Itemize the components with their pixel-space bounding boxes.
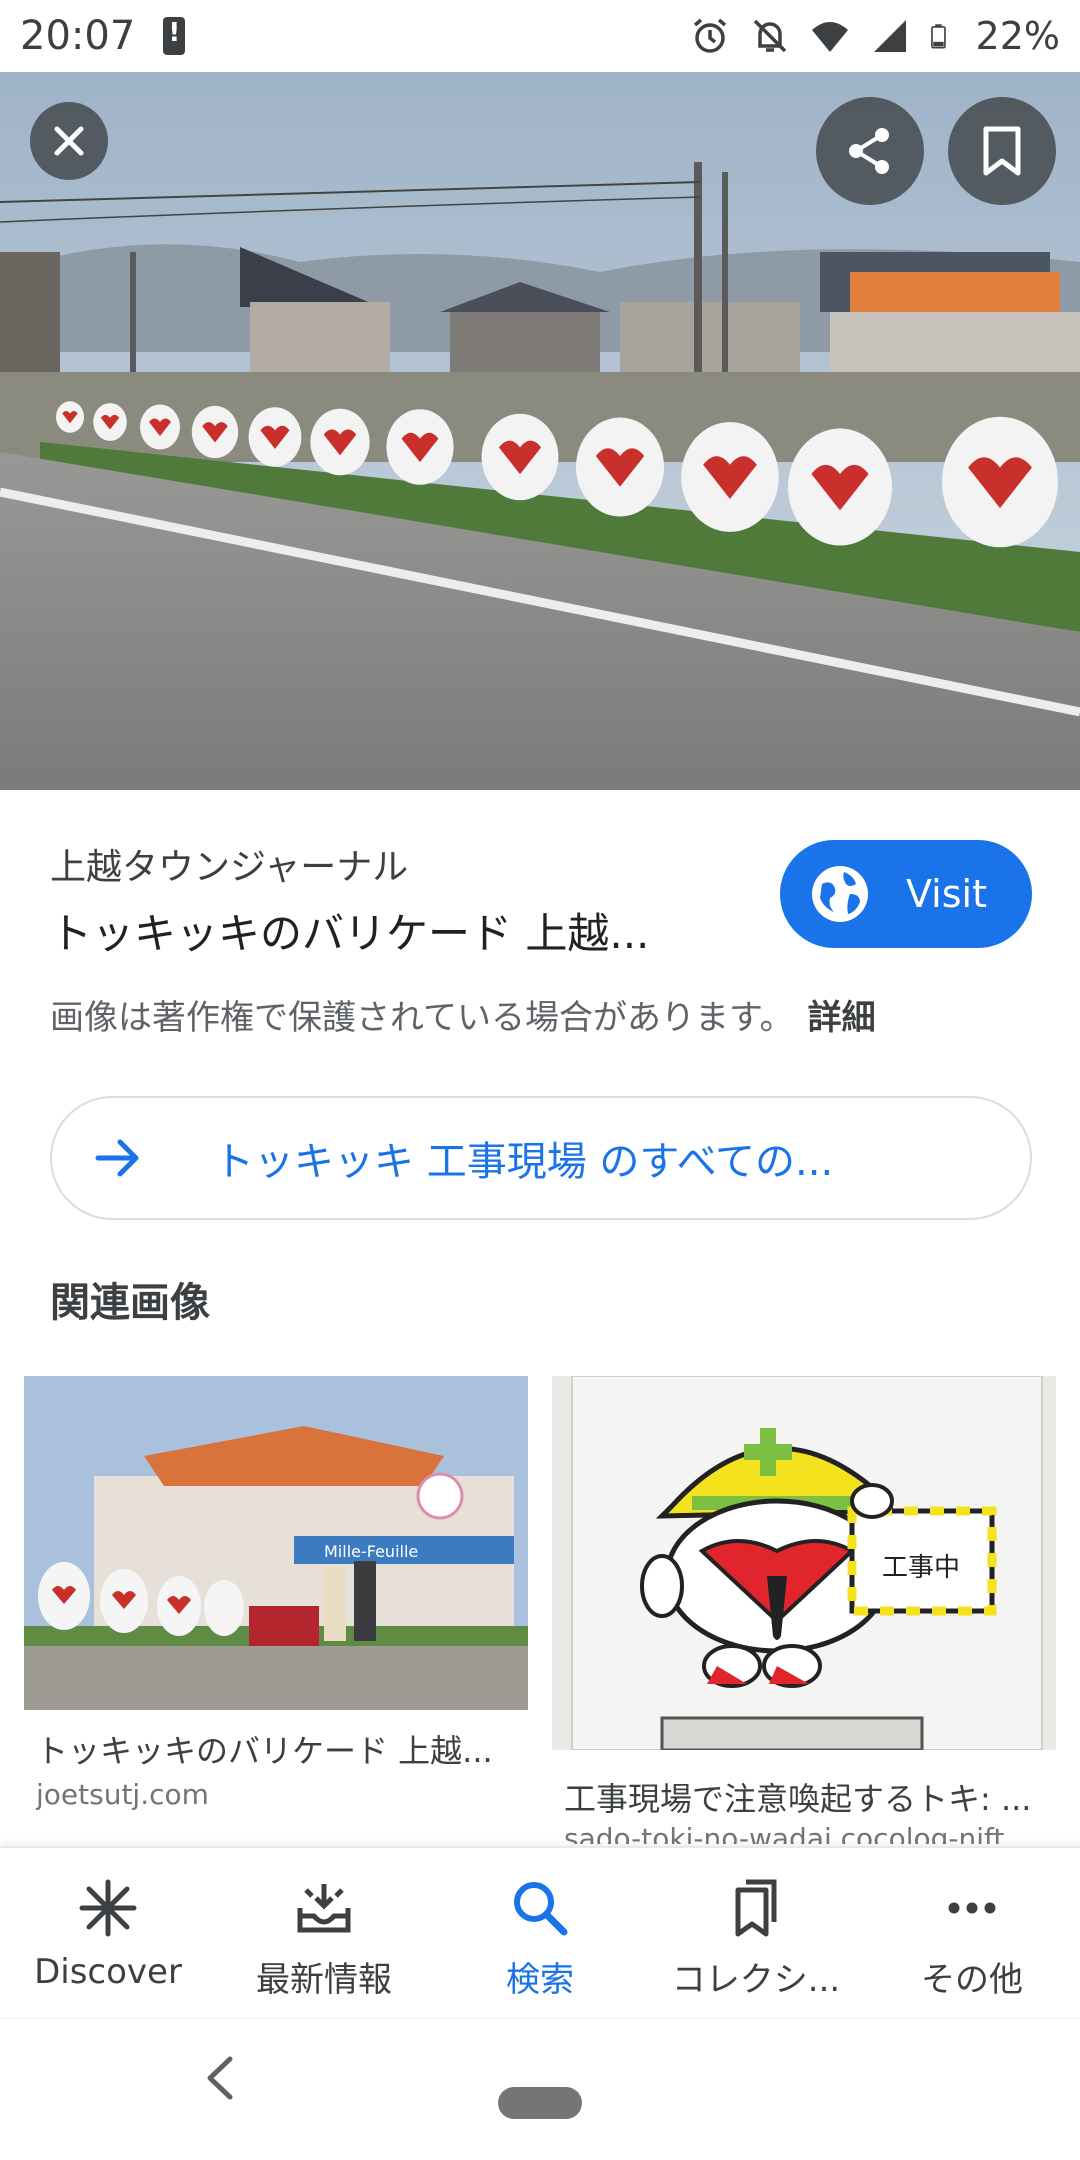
battery-icon — [930, 24, 946, 49]
visit-label: Visit — [906, 872, 987, 916]
close-button[interactable] — [30, 102, 108, 180]
source-name: 上越タウンジャーナル — [50, 847, 409, 888]
nav-updates[interactable]: 最新情報 — [216, 1848, 432, 2018]
notifications-off-icon — [753, 19, 786, 53]
related-photo-1: Mille-Feuille — [24, 1376, 528, 1710]
close-icon — [54, 126, 84, 156]
related-caption-2: 工事現場で注意喚起するトキ: ... — [564, 1780, 1032, 1818]
nav-more[interactable]: その他 — [864, 1848, 1080, 2018]
related-image-2[interactable]: 工事中 — [552, 1376, 1056, 1750]
nav-label-discover: Discover — [34, 1952, 182, 1992]
visit-button[interactable]: Visit — [780, 840, 1032, 948]
hero-photo — [0, 72, 1080, 790]
nav-collections[interactable]: コレクシ... — [648, 1848, 864, 2018]
wifi-icon — [811, 22, 848, 52]
share-button[interactable] — [816, 97, 924, 205]
nav-label-more: その他 — [921, 1960, 1023, 2000]
related-image-1[interactable]: Mille-Feuille — [24, 1376, 528, 1710]
nav-discover[interactable]: Discover — [0, 1848, 216, 2018]
asterisk-icon — [79, 1879, 137, 1937]
search-icon — [514, 1882, 568, 1936]
status-time: 20:07 — [20, 13, 136, 59]
bookmark-button[interactable] — [948, 97, 1056, 205]
nav-label-search: 検索 — [506, 1960, 574, 2000]
arrow-right-icon — [95, 1139, 139, 1177]
copyright-notice: 画像は著作権で保護されている場合があります。 詳細 — [50, 990, 876, 1039]
status-bar: 20:07 22% — [0, 0, 1080, 72]
collections-icon — [735, 1879, 777, 1937]
back-chevron-icon[interactable] — [196, 2053, 246, 2103]
hero-image[interactable] — [0, 72, 1080, 790]
bottom-navigation: Discover 最新情報 検索 コレクシ... その他 — [0, 1846, 1080, 2018]
related-photo-2: 工事中 — [552, 1376, 1056, 1750]
globe-icon — [812, 866, 868, 922]
shop-sign-text: Mille-Feuille — [324, 1542, 418, 1561]
related-caption-1: トッキッキのバリケード 上越... — [36, 1732, 493, 1770]
share-icon — [849, 128, 889, 174]
nav-label-collections: コレクシ... — [671, 1960, 841, 2000]
nav-label-updates: 最新情報 — [256, 1960, 392, 2000]
signal-icon — [873, 20, 906, 52]
more-dots-icon — [948, 1902, 996, 1914]
nav-search[interactable]: 検索 — [432, 1848, 648, 2018]
all-results-label: トッキッキ 工事現場 のすべての... — [214, 1139, 834, 1185]
battery-percent: 22% — [975, 14, 1060, 58]
copyright-text: 画像は著作権で保護されている場合があります。 — [50, 998, 794, 1038]
bookmark-icon — [983, 126, 1021, 176]
all-results-button[interactable]: トッキッキ 工事現場 のすべての... — [50, 1096, 1032, 1220]
alert-icon — [163, 17, 186, 55]
image-title[interactable]: トッキッキのバリケード 上越... — [50, 900, 770, 961]
system-navigation-bar — [0, 2018, 1080, 2160]
sign-text: 工事中 — [882, 1553, 960, 1583]
updates-tray-icon — [297, 1884, 351, 1933]
home-pill[interactable] — [498, 2087, 582, 2119]
details-link[interactable]: 詳細 — [808, 998, 876, 1038]
related-domain-1: joetsutj.com — [36, 1778, 209, 1811]
related-domain-2: sado-toki-no-wadai.cocolog-nift... — [564, 1822, 1032, 1844]
status-icons: 22% — [690, 14, 1060, 58]
alarm-icon — [693, 18, 726, 53]
related-images-heading: 関連画像 — [50, 1280, 210, 1326]
